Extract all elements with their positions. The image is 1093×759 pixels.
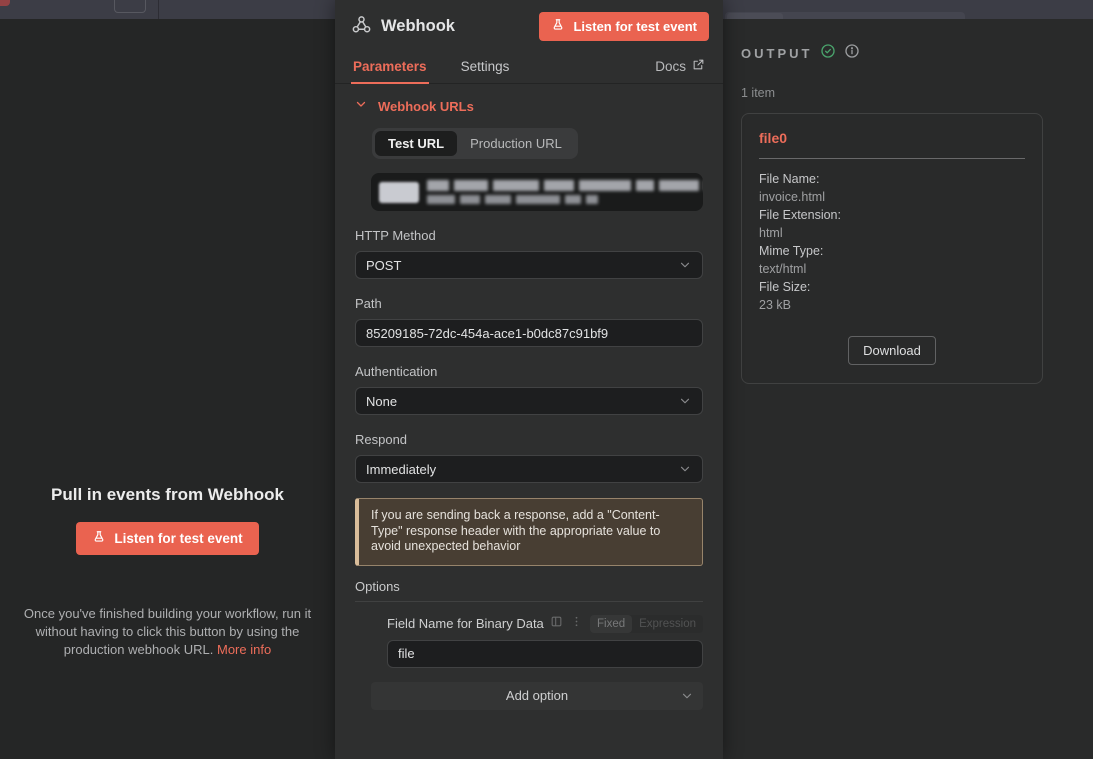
fixed-expression-toggle: Fixed Expression — [590, 615, 703, 633]
file-size-label: File Size: — [759, 278, 1025, 296]
production-url-tab[interactable]: Production URL — [457, 131, 575, 156]
success-check-icon — [820, 43, 836, 64]
production-hint-text: Once you've finished building your workf… — [18, 605, 318, 659]
file-name-value: invoice.html — [759, 188, 1025, 206]
expression-toggle-option[interactable]: Expression — [632, 615, 703, 633]
chevron-down-icon — [680, 689, 694, 703]
listen-button-label: Listen for test event — [573, 19, 697, 34]
flask-icon — [551, 18, 565, 35]
download-button[interactable]: Download — [848, 336, 936, 365]
external-link-icon — [692, 58, 705, 74]
node-settings-panel: Webhook Listen for test event Parameters… — [335, 0, 723, 759]
chevron-down-icon — [355, 97, 367, 115]
flask-icon — [92, 530, 106, 547]
tab-settings[interactable]: Settings — [461, 49, 510, 83]
http-method-label: HTTP Method — [355, 228, 703, 243]
path-label: Path — [355, 296, 703, 311]
path-field: Path 85209185-72dc-454a-ace1-b0dc87c91bf… — [355, 296, 703, 347]
file-size-value: 23 kB — [759, 296, 1025, 314]
topbar-button[interactable] — [114, 0, 146, 13]
node-panel-header: Webhook Listen for test event — [335, 0, 723, 49]
kebab-menu-icon[interactable] — [570, 615, 583, 633]
listen-button-label: Listen for test event — [114, 531, 242, 546]
chevron-down-icon — [678, 462, 692, 476]
file-metadata: File Name: invoice.html File Extension: … — [759, 170, 1025, 314]
topbar-divider — [158, 0, 159, 19]
http-method-field: HTTP Method POST — [355, 228, 703, 279]
output-panel-title: OUTPUT — [741, 46, 812, 61]
file-name-label: File Name: — [759, 170, 1025, 188]
http-method-badge-redacted — [379, 182, 419, 203]
url-environment-toggle: Test URL Production URL — [372, 128, 578, 159]
authentication-field: Authentication None — [355, 364, 703, 415]
file-extension-label: File Extension: — [759, 206, 1025, 224]
webhook-urls-label: Webhook URLs — [378, 99, 474, 114]
http-method-select[interactable]: POST — [355, 251, 703, 279]
options-section-label: Options — [355, 579, 703, 594]
authentication-label: Authentication — [355, 364, 703, 379]
mime-type-value: text/html — [759, 260, 1025, 278]
respond-select[interactable]: Immediately — [355, 455, 703, 483]
binary-field-input[interactable]: file — [387, 640, 703, 668]
info-icon[interactable] — [844, 43, 860, 64]
chevron-down-icon — [678, 258, 692, 272]
parameters-content: Webhook URLs Test URL Production URL HTT… — [335, 84, 723, 759]
chevron-down-icon — [678, 394, 692, 408]
tab-parameters[interactable]: Parameters — [353, 49, 427, 83]
node-tabs: Parameters Settings Docs — [335, 49, 723, 84]
path-input[interactable]: 85209185-72dc-454a-ace1-b0dc87c91bf9 — [355, 319, 703, 347]
url-text-redacted — [427, 180, 703, 204]
output-panel: OUTPUT 1 item file0 File Name: invoice.h… — [723, 19, 1093, 759]
respond-field: Respond Immediately — [355, 432, 703, 483]
mime-type-label: Mime Type: — [759, 242, 1025, 260]
node-title: Webhook — [381, 17, 455, 36]
docs-link[interactable]: Docs — [655, 49, 705, 83]
content-type-notice: If you are sending back a response, add … — [355, 498, 703, 566]
more-info-link[interactable]: More info — [217, 642, 271, 657]
file-card-divider — [759, 158, 1025, 159]
webhook-urls-section-toggle[interactable]: Webhook URLs — [355, 97, 703, 115]
binary-field-label: Field Name for Binary Data — [387, 616, 544, 631]
binary-field-row: Field Name for Binary Data Fixed Express… — [387, 615, 703, 633]
webhook-node-icon — [351, 14, 372, 40]
listen-for-test-event-button[interactable]: Listen for test event — [76, 522, 258, 555]
app-logo — [0, 0, 10, 6]
columns-icon[interactable] — [550, 615, 563, 633]
test-url-tab[interactable]: Test URL — [375, 131, 457, 156]
output-items-count: 1 item — [741, 86, 1075, 100]
add-option-button[interactable]: Add option — [371, 682, 703, 710]
input-panel-heading: Pull in events from Webhook — [51, 485, 284, 505]
webhook-url-redacted[interactable] — [371, 173, 703, 211]
input-panel: Pull in events from Webhook Listen for t… — [0, 19, 335, 759]
authentication-select[interactable]: None — [355, 387, 703, 415]
file-card-title: file0 — [759, 130, 1025, 146]
respond-label: Respond — [355, 432, 703, 447]
listen-for-test-event-button-header[interactable]: Listen for test event — [539, 12, 709, 41]
options-divider — [355, 601, 703, 602]
binary-file-card: file0 File Name: invoice.html File Exten… — [741, 113, 1043, 384]
file-extension-value: html — [759, 224, 1025, 242]
fixed-toggle-option[interactable]: Fixed — [590, 615, 632, 633]
